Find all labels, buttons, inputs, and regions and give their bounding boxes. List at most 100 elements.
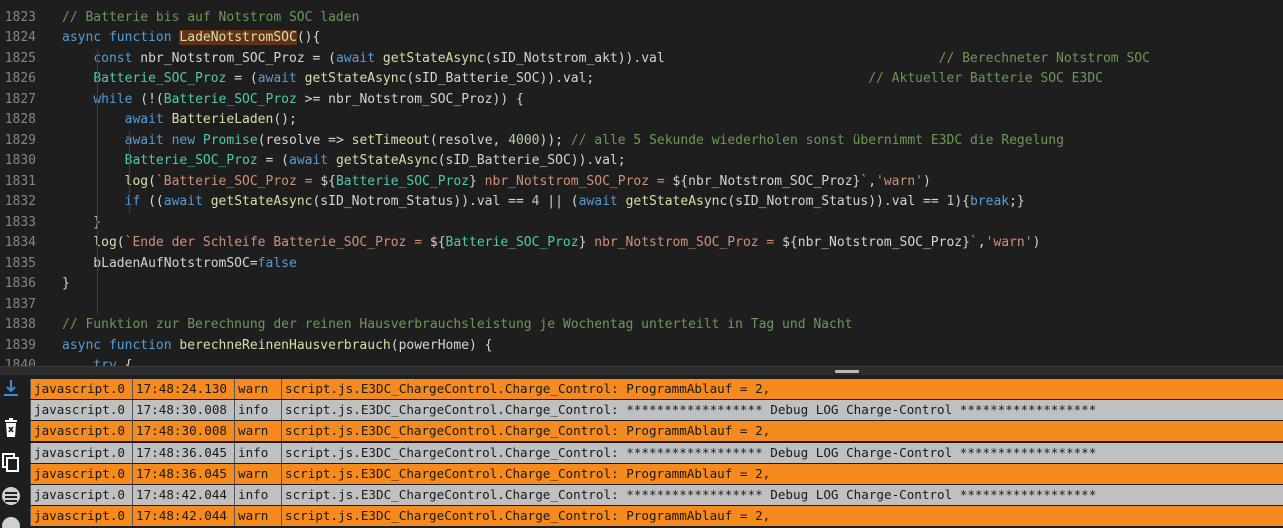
line-number: 1840 [4, 358, 36, 366]
code-token: ${ [320, 173, 336, 189]
code-line[interactable]: 1840 try { [0, 356, 1283, 366]
editor-scrollbar[interactable] [1269, 0, 1283, 366]
line-number: 1830 [4, 153, 36, 168]
code-line[interactable]: 1832 if ((await getStateAsync(sID_Notrom… [0, 192, 1283, 212]
log-row[interactable]: javascript.0 17:48:42.044 warn script.js.E3… [30, 506, 1283, 527]
line-number: 1836 [4, 276, 36, 291]
code-token: = ( [226, 71, 258, 86]
code-line[interactable]: 1834 log(`Ende der Schleife Batterie_SOC… [0, 233, 1283, 253]
code-token: function [108, 30, 172, 45]
code-line[interactable]: 1823 // Batterie bis auf Notstrom SOC lad… [0, 8, 1283, 28]
log-severity: warn [234, 379, 281, 399]
code-line[interactable]: 1831 log(`Batterie_SOC_Proz = ${Batterie… [0, 172, 1283, 192]
code-token: )); [539, 132, 571, 148]
code-line[interactable]: 1833 } [0, 213, 1283, 233]
line-number: 1832 [4, 194, 36, 209]
code-line[interactable]: 1837 [0, 295, 1283, 315]
line-number: 1826 [4, 71, 36, 86]
line-number: 1837 [4, 296, 36, 312]
code-token: nbr_Notstrom_SOC_Proz = ( [132, 50, 336, 66]
code-line[interactable]: 1829 await new Promise(resolve => setTim… [0, 131, 1283, 151]
code-token: await [124, 112, 164, 127]
code-token: function [108, 337, 172, 353]
log-source: javascript.0 [30, 442, 132, 463]
log-time: 17:48:36.045 [132, 442, 234, 463]
code-text: } [62, 274, 70, 294]
code-text: async function LadeNotstromSOC(){ [62, 28, 320, 48]
indent-guide [129, 130, 130, 213]
code-token: (); [273, 112, 297, 127]
scroll-to-bottom-icon[interactable] [0, 377, 22, 399]
code-token: (){ [296, 30, 321, 45]
log-time: 17:48:30.008 [132, 421, 234, 442]
code-token: || ( [539, 194, 579, 209]
log-severity: info [234, 442, 281, 463]
code-token: ${ [429, 235, 446, 250]
log-severity: info [234, 485, 281, 505]
code-text: await new Promise(resolve => setTimeout(… [62, 131, 1064, 151]
log-time: 17:48:36.045 [132, 463, 234, 484]
code-line[interactable]: 1825 const nbr_Notstrom_SOC_Proz = (awai… [0, 49, 1283, 69]
code-line[interactable]: 1822 [0, 0, 1283, 7]
code-line[interactable]: 1826 Batterie_SOC_Proz = (await getState… [0, 69, 1283, 89]
code-line[interactable]: 1824 async function LadeNotstromSOC(){ [0, 28, 1283, 48]
log-row[interactable]: javascript.0 17:48:30.008 warn script.js.E3… [30, 421, 1283, 442]
pause-icon[interactable] [0, 515, 22, 528]
code-token: ) [1032, 235, 1041, 250]
log-row[interactable]: javascript.0 17:48:30.008 info script.js.E3… [30, 400, 1283, 421]
code-token: bLadenAufNotstromSOC= [62, 255, 258, 271]
code-line[interactable]: 1828 await BatterieLaden(); [0, 110, 1283, 130]
code-token: ){ [954, 194, 970, 209]
code-text: } [62, 213, 101, 233]
code-line[interactable]: 1839 async function berechneReinenHausver… [0, 336, 1283, 356]
code-token: getStateAsync [382, 50, 485, 66]
code-token: getStateAsync [625, 194, 728, 209]
log-time: 17:48:24.130 [132, 379, 234, 399]
log-row[interactable]: javascript.0 17:48:36.045 info script.js.E3… [30, 442, 1283, 463]
code-token: ` [969, 235, 978, 250]
code-token: Batterie_SOC_Proz [93, 71, 227, 86]
code-token: // Aktueller Batterie SOC E3DC [868, 71, 1103, 86]
code-token: , [977, 235, 986, 250]
code-token: = ( [257, 153, 290, 168]
code-line[interactable]: 1830 Batterie_SOC_Proz = (await getState… [0, 151, 1283, 171]
code-token: (powerHome) { [390, 337, 493, 353]
code-token: getStateAsync [304, 71, 407, 86]
code-token: Batterie_SOC_Proz [445, 235, 579, 250]
line-number: 1834 [4, 235, 36, 250]
splitter-handle[interactable] [835, 370, 859, 373]
clear-log-icon[interactable] [0, 417, 22, 439]
code-token: 'warn' [876, 173, 923, 189]
log-row[interactable]: javascript.0 17:48:36.045 warn script.js.E3… [30, 463, 1283, 484]
code-token: (sID_Batterie_SOC)).val; [437, 153, 626, 168]
code-text: async function berechneReinenHausverbrau… [62, 336, 493, 356]
log-row[interactable]: javascript.0 17:48:42.044 info script.js.E3… [30, 485, 1283, 505]
log-severity: warn [234, 463, 281, 484]
code-token: } [62, 276, 70, 291]
code-token: BatterieLaden [171, 112, 274, 127]
code-token: ( [116, 235, 125, 250]
code-token: ${nbr_Notstrom_SOC_Proz} [672, 173, 861, 189]
code-token: (sID_Notstrom_akt)).val [484, 50, 939, 66]
code-line[interactable]: 1838 // Funktion zur Berechnung der reine… [0, 315, 1283, 335]
code-line[interactable]: 1836} [0, 274, 1283, 294]
code-editor[interactable]: 1822 1823 // Batterie bis auf Notstrom SOC… [0, 0, 1283, 366]
log-message: script.js.E3DC_ChargeControl.Charge_Cont… [281, 400, 1283, 421]
copy-icon[interactable] [0, 452, 22, 474]
code-text: log(`Batterie_SOC_Proz = ${Batterie_SOC_… [62, 172, 931, 192]
log-time: 17:48:42.044 [132, 506, 234, 527]
filter-icon[interactable] [0, 485, 22, 507]
code-token: const [93, 50, 133, 66]
code-token: try [93, 358, 117, 366]
code-token: Batterie_SOC_Proz [124, 153, 258, 168]
log-row[interactable]: javascript.0 17:48:24.130 warn script.js.E3… [30, 379, 1283, 399]
code-line[interactable]: 1827 while (!(Batterie_SOC_Proz >= nbr_N… [0, 90, 1283, 110]
code-token: setTimeout [351, 132, 430, 148]
code-line[interactable]: 1835 bLadenAufNotstromSOC=false [0, 254, 1283, 274]
code-text: const nbr_Notstrom_SOC_Proz = (await get… [62, 49, 1150, 69]
